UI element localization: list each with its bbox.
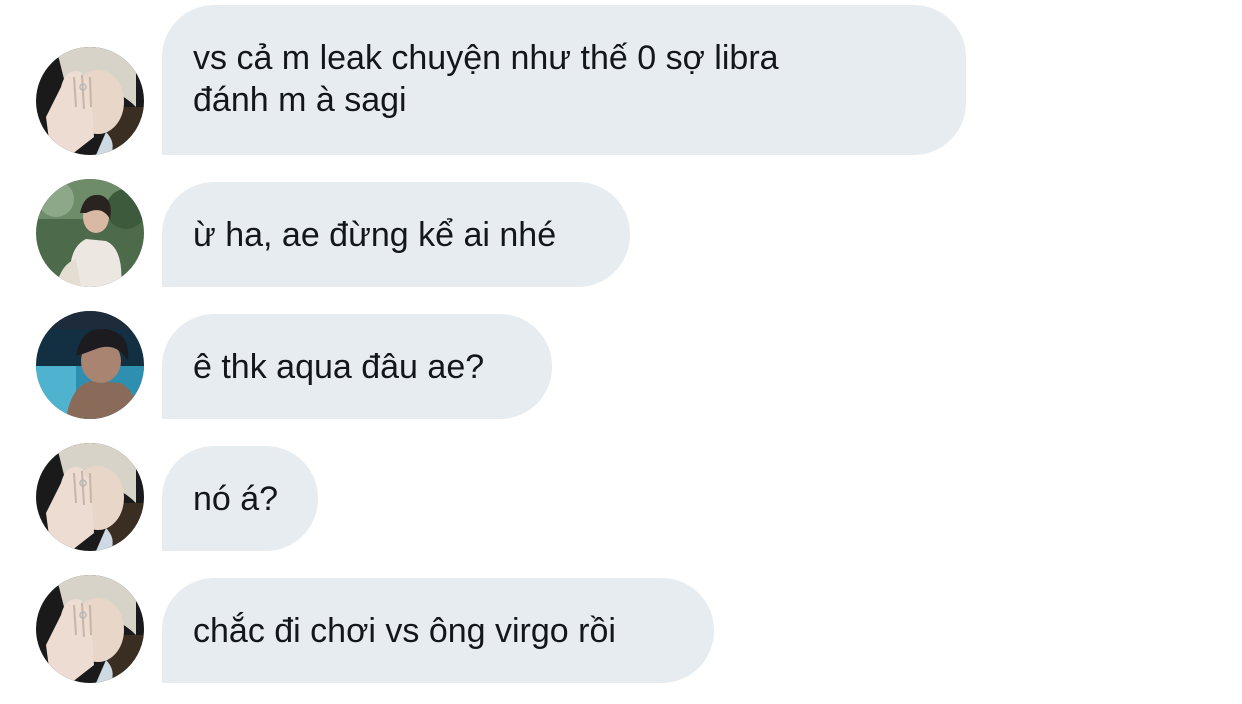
message-text: vs cả m leak chuyện như thế 0 sợ libra [193,39,779,77]
message-text: đánh m à sagi [193,81,407,119]
message-bubble[interactable]: nó á? [162,446,318,551]
avatar-blonde-hand-face-image [36,575,144,683]
avatar[interactable] [36,311,144,419]
message-bubble[interactable]: ê thk aqua đâu ae? [162,314,552,419]
avatar-white-shirt-garden-image [36,179,144,287]
message-row: chắc đi chơi vs ông virgo rồi [0,575,1242,683]
message-text: chắc đi chơi vs ông virgo rồi [193,612,616,650]
avatar-pool-dark-hair-image [36,311,144,419]
message-bubble[interactable]: chắc đi chơi vs ông virgo rồi [162,578,714,683]
avatar-blonde-hand-face-image [36,443,144,551]
message-text: ừ ha, ae đừng kể ai nhé [193,216,557,254]
message-row: ừ ha, ae đừng kể ai nhé [0,179,1242,287]
message-row: nó á? [0,443,1242,551]
avatar[interactable] [36,443,144,551]
avatar[interactable] [36,179,144,287]
avatar[interactable] [36,47,144,155]
avatar-blonde-hand-face-image [36,47,144,155]
message-bubble[interactable]: vs cả m leak chuyện như thế 0 sợ libra đ… [162,5,966,155]
message-row: ê thk aqua đâu ae? [0,311,1242,419]
message-text: ê thk aqua đâu ae? [193,348,485,386]
avatar[interactable] [36,575,144,683]
message-text: nó á? [193,480,279,518]
message-bubble[interactable]: ừ ha, ae đừng kể ai nhé [162,182,630,287]
message-row: vs cả m leak chuyện như thế 0 sợ libra đ… [0,5,1242,155]
